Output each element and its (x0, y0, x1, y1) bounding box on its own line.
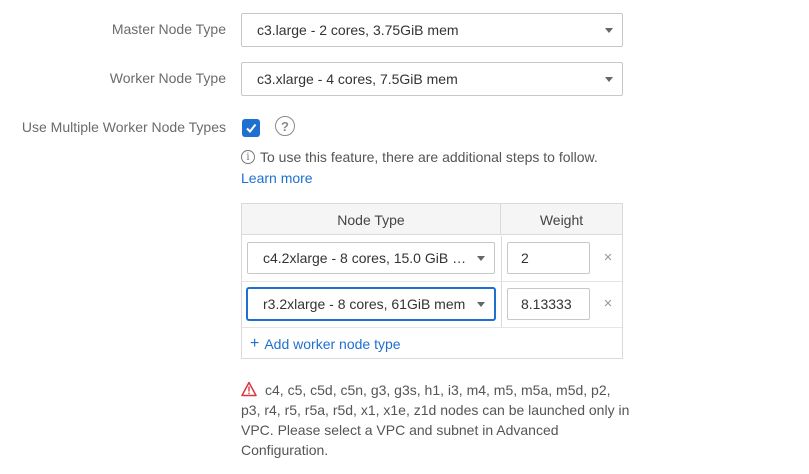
info-icon: i (241, 150, 255, 164)
row-node-type-select[interactable]: r3.2xlarge - 8 cores, 61GiB mem (247, 288, 495, 320)
warning-text: c4, c5, c5d, c5n, g3, g3s, h1, i3, m4, m… (241, 382, 630, 458)
table-row: r3.2xlarge - 8 cores, 61GiB mem 8.13333 … (242, 282, 622, 328)
worker-node-type-select[interactable]: c3.xlarge - 4 cores, 7.5GiB mem (241, 62, 623, 96)
remove-row-icon[interactable]: × (601, 295, 615, 313)
column-divider (501, 236, 502, 281)
learn-more-link[interactable]: Learn more (241, 170, 313, 186)
node-type-column-header: Node Type (242, 204, 501, 235)
master-node-type-label: Master Node Type (111, 21, 226, 37)
table-header: Node Type Weight (242, 204, 622, 235)
column-divider (501, 282, 502, 327)
chevron-down-icon (605, 28, 613, 33)
table-row: c4.2xlarge - 8 cores, 15.0 GiB mem 2 × (242, 236, 622, 282)
row-node-type-value: c4.2xlarge - 8 cores, 15.0 GiB mem (263, 250, 468, 266)
worker-node-type-value: c3.xlarge - 4 cores, 7.5GiB mem (257, 71, 458, 87)
remove-row-icon[interactable]: × (601, 249, 615, 267)
checkmark-icon (246, 123, 257, 134)
master-node-type-value: c3.large - 2 cores, 3.75GiB mem (257, 22, 459, 38)
vpc-warning-message: c4, c5, c5d, c5n, g3, g3s, h1, i3, m4, m… (241, 380, 631, 460)
chevron-down-icon (477, 302, 485, 307)
add-worker-node-type-button[interactable]: + Add worker node type (250, 335, 401, 353)
add-worker-node-type-label: Add worker node type (264, 336, 401, 352)
help-icon[interactable]: ? (275, 116, 295, 136)
chevron-down-icon (477, 256, 485, 261)
worker-node-types-table: Node Type Weight c4.2xlarge - 8 cores, 1… (241, 203, 623, 359)
weight-column-header: Weight (539, 211, 584, 228)
master-node-type-select[interactable]: c3.large - 2 cores, 3.75GiB mem (241, 13, 623, 47)
chevron-down-icon (605, 77, 613, 82)
info-text: To use this feature, there are additiona… (260, 149, 598, 165)
warning-icon (241, 381, 257, 397)
info-message: i To use this feature, there are additio… (241, 149, 598, 165)
worker-node-type-label: Worker Node Type (109, 70, 226, 86)
row-node-type-select[interactable]: c4.2xlarge - 8 cores, 15.0 GiB mem (247, 242, 495, 274)
multiple-worker-types-label: Use Multiple Worker Node Types (21, 119, 226, 135)
row-weight-input[interactable]: 8.13333 (507, 288, 590, 320)
multiple-worker-types-checkbox[interactable] (242, 119, 260, 137)
row-node-type-value: r3.2xlarge - 8 cores, 61GiB mem (263, 296, 466, 312)
row-weight-input[interactable]: 2 (507, 242, 590, 274)
plus-icon: + (250, 335, 260, 352)
